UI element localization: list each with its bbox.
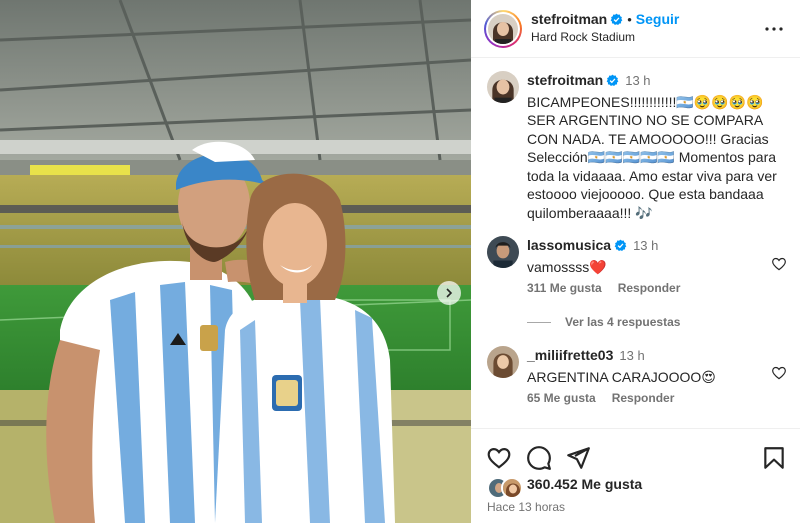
comment-meta: 311 Me gusta Responder	[527, 281, 696, 295]
post-header: stefroitman • Seguir Hard Rock Stadium	[471, 0, 800, 58]
verified-badge-icon	[606, 74, 619, 87]
verified-badge-icon	[610, 13, 623, 26]
post-photo[interactable]	[0, 0, 471, 523]
comment-text: vamossss❤️	[527, 258, 607, 275]
author-avatar[interactable]	[484, 10, 522, 48]
caption-header: stefroitman 13 h	[527, 71, 789, 91]
comment-header: lassomusica 13 h	[527, 236, 789, 256]
caption-author-avatar[interactable]	[487, 71, 519, 103]
bookmark-icon[interactable]	[761, 445, 787, 471]
comment-time: 13 h	[633, 238, 659, 253]
caption-block: stefroitman 13 h BICAMPEONES!!!!!!!!!!!!…	[527, 71, 789, 222]
comment-like-heart-icon[interactable]	[771, 365, 787, 381]
replies-divider-line	[527, 321, 551, 323]
comment-username[interactable]: _miliifrette03	[527, 347, 613, 363]
comment-avatar-image	[487, 346, 519, 378]
comment-block: lassomusica 13 h vamossss❤️	[527, 236, 789, 276]
verified-badge-icon	[614, 239, 627, 252]
comment-header: _miliifrette03 13 h	[527, 346, 789, 366]
post-details-panel: stefroitman • Seguir Hard Rock Stadium st…	[471, 0, 800, 523]
separator-dot: •	[627, 12, 632, 27]
comment-like-heart-icon[interactable]	[771, 256, 787, 272]
comment-meta: 65 Me gusta Responder	[527, 391, 690, 405]
liker-avatar[interactable]	[501, 477, 523, 499]
caption-time: 13 h	[625, 73, 651, 88]
comment-reply-button[interactable]: Responder	[612, 391, 675, 405]
comment-likes-count[interactable]: 65 Me gusta	[527, 391, 596, 405]
heart-icon[interactable]	[486, 445, 512, 471]
comment-icon[interactable]	[526, 445, 552, 471]
chevron-right-icon	[446, 288, 453, 298]
paper-plane-icon[interactable]	[565, 445, 591, 471]
view-replies-button[interactable]: Ver las 4 respuestas	[527, 315, 680, 329]
header-title-line: stefroitman • Seguir	[531, 11, 679, 29]
post-location[interactable]: Hard Rock Stadium	[531, 30, 635, 44]
view-replies-label[interactable]: Ver las 4 respuestas	[565, 315, 680, 329]
comments-section[interactable]: stefroitman 13 h BICAMPEONES!!!!!!!!!!!!…	[471, 58, 800, 428]
comment-text: ARGENTINA CARAJOOOO😍	[527, 368, 716, 385]
stadium-photo-illustration	[0, 0, 471, 523]
caption-text: BICAMPEONES!!!!!!!!!!!!🇦🇷🥹🥹🥹🥹 SER ARGENT…	[527, 93, 777, 221]
carousel-next-button[interactable]	[437, 281, 461, 305]
likes-count[interactable]: 360.452 Me gusta	[527, 476, 642, 492]
caption-username[interactable]: stefroitman	[527, 72, 603, 88]
comment-avatar-image	[487, 236, 519, 268]
comment-likes-count[interactable]: 311 Me gusta	[527, 281, 602, 295]
comment-avatar[interactable]	[487, 236, 519, 268]
comment-username[interactable]: lassomusica	[527, 237, 611, 253]
more-horizontal-icon[interactable]	[762, 17, 786, 41]
author-avatar-image	[488, 14, 518, 44]
comment-block: _miliifrette03 13 h ARGENTINA CARAJOOOO😍	[527, 346, 789, 386]
follow-button[interactable]: Seguir	[636, 11, 680, 27]
comment-reply-button[interactable]: Responder	[618, 281, 681, 295]
caption-avatar-image	[487, 71, 519, 103]
author-username[interactable]: stefroitman	[531, 11, 607, 27]
liker-avatar-image	[503, 479, 521, 497]
comment-avatar[interactable]	[487, 346, 519, 378]
posted-time[interactable]: Hace 13 horas	[487, 500, 565, 514]
comment-time: 13 h	[619, 348, 645, 363]
